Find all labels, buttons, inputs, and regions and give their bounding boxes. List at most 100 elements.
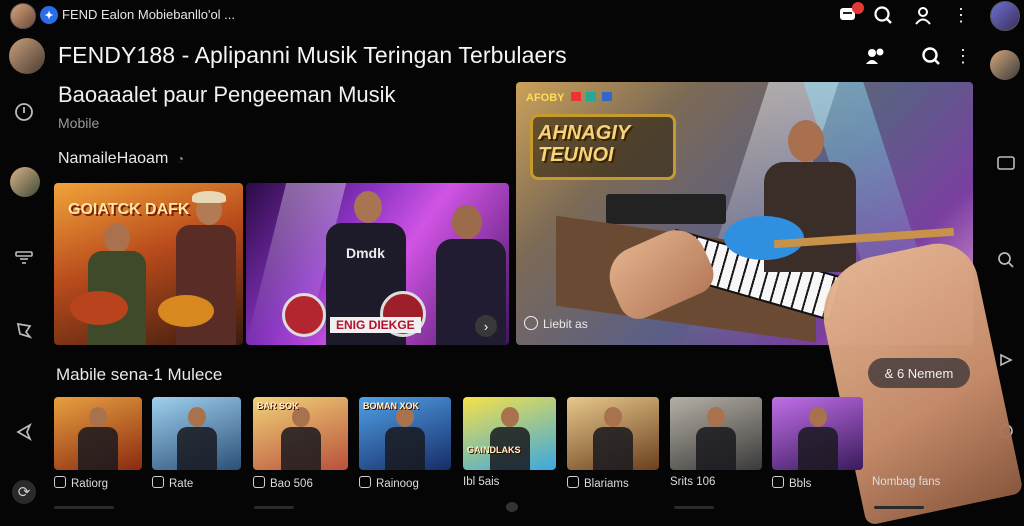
guitarist-1-head (104, 223, 130, 253)
thumbnail-caption[interactable]: Bao 506 (253, 476, 313, 490)
video-thumbnail[interactable] (567, 397, 659, 470)
share-icon[interactable] (12, 420, 36, 444)
caption-icon (253, 476, 265, 488)
caption-text: Rainoog (376, 478, 419, 490)
main-logo-text: AHNAGIY TEUNOI (538, 122, 630, 166)
featured-section-title: NamaileHaoam ◔ (58, 150, 184, 168)
profile-icon[interactable] (912, 4, 934, 26)
video-thumbnail[interactable]: GAINDLAKS (463, 397, 556, 470)
guitar-2 (158, 295, 214, 327)
peek-bar-1 (54, 506, 114, 509)
header-search-icon[interactable] (919, 44, 943, 68)
synth-top (606, 194, 726, 224)
caption-text: Rate (169, 478, 194, 490)
notification-dot (852, 2, 864, 14)
channel-avatar[interactable] (9, 38, 45, 74)
thumbnail-figure-body (696, 427, 736, 470)
group-icon[interactable] (864, 44, 888, 68)
play-small-icon (524, 316, 538, 330)
video-thumbnail[interactable] (152, 397, 241, 470)
thumbnail-caption[interactable]: Rate (152, 476, 193, 490)
next-arrow-icon[interactable]: › (475, 315, 497, 337)
video-thumbnail[interactable] (54, 397, 142, 470)
shorts-icon[interactable] (12, 318, 36, 342)
right-search-icon[interactable] (994, 248, 1018, 272)
page-subtitle: Baoaaalet paur Pengeeman Musik (58, 82, 396, 107)
subscription-avatar[interactable] (10, 167, 40, 197)
peek-bar-4 (874, 506, 924, 509)
thumbnail-figure-head (89, 407, 107, 427)
thumbnail-figure-body (593, 427, 633, 470)
thumbnail-caption[interactable]: Bbls (772, 476, 811, 490)
singer-shirt-text: Dmdk (346, 245, 385, 261)
caption-icon (152, 476, 164, 488)
thumbnail-caption[interactable]: Blariams (567, 476, 629, 490)
caption-text: Blariams (584, 478, 629, 490)
status-avatar (10, 3, 36, 29)
page-title: FENDY188 - Aplipanni Musik Teringan Terb… (58, 42, 567, 68)
drum-1 (282, 293, 326, 337)
thumbnail-figure-body (176, 427, 217, 470)
thumbnail-figure-head (604, 407, 622, 427)
caption-text: Ratiorg (71, 478, 109, 490)
guitarist-2-body (176, 225, 236, 345)
singer-head (354, 191, 382, 223)
thumbnail-caption[interactable]: Nombag fans (872, 476, 940, 488)
thumbnail-figure-body (797, 427, 838, 470)
thumbnail-caption[interactable]: Rainoog (359, 476, 419, 490)
thumbnail-figure-body (78, 427, 118, 470)
platform-label: Mobile (58, 115, 100, 131)
overflow-menu-icon[interactable]: ⋮ (950, 4, 972, 26)
video-thumbnail[interactable] (872, 397, 962, 470)
thumbnail-caption[interactable]: Ibl 5ais (463, 476, 499, 488)
caption-text: Ibl 5ais (463, 476, 500, 488)
main-caption: Liebit as (524, 316, 588, 331)
main-tag: AFOBY (526, 92, 612, 104)
thumbnail-figure-head (500, 407, 519, 427)
header-menu-icon[interactable]: ⋮ (952, 44, 974, 68)
thumbnail-caption[interactable]: Ratiorg (54, 476, 108, 490)
status-app-label: FEND Ealon Mobiebanllo'ol ... (62, 7, 236, 22)
guitar-1 (70, 291, 128, 325)
thumbnail-figure-body (280, 427, 321, 470)
tag-chip-red (571, 92, 582, 101)
info-icon: ◔ (176, 152, 184, 166)
featured-card-1[interactable]: GOIATCK DAFK (54, 183, 243, 345)
left-rail: ⟳ (0, 30, 50, 512)
thumbnail-poster-text: GAINDLAKS (467, 445, 521, 455)
video-thumbnail[interactable] (772, 397, 863, 470)
library-icon[interactable] (12, 246, 36, 270)
thumbnail-figure-head (707, 407, 725, 427)
members-button[interactable]: & 6 Nemem (868, 358, 970, 388)
featured-card-2[interactable]: Dmdk ENIG DIEKGE › (246, 183, 509, 345)
caption-text: Srits 106 (670, 476, 716, 488)
collapse-icon[interactable] (994, 348, 1018, 372)
account-avatar[interactable] (990, 1, 1020, 31)
caption-text: Nombag fans (872, 476, 941, 488)
featured-section-label: NamaileHaoam (58, 150, 169, 167)
thumbnail-poster-text: BOMAN XOK (363, 401, 419, 411)
video-thumbnail[interactable]: BAR SOK (253, 397, 348, 470)
video-thumbnail[interactable]: BOMAN XOK (359, 397, 451, 470)
cast-icon[interactable] (994, 152, 1018, 176)
main-caption-text: Liebit as (543, 317, 588, 331)
tag-chip-blue (601, 92, 612, 101)
right-avatar[interactable] (990, 50, 1020, 80)
card2-banner: ENIG DIEKGE (330, 317, 421, 333)
peek-bar-3 (674, 506, 714, 509)
app-badge-icon: ✦ (40, 6, 58, 24)
clock-icon[interactable] (12, 100, 36, 124)
tag-chip-green (586, 92, 597, 101)
caption-icon (54, 476, 66, 488)
caption-icon (567, 476, 579, 488)
main-tag-text: AFOBY (526, 92, 565, 104)
guitarist-3-head (452, 205, 482, 239)
refresh-icon[interactable]: ⟳ (12, 480, 36, 504)
video-thumbnail[interactable] (670, 397, 762, 470)
thumbnail-caption[interactable]: Srits 106 (670, 476, 715, 488)
caption-icon (772, 476, 784, 488)
thumbnail-figure-body (385, 427, 425, 470)
thumbnail-poster-text: BAR SOK (257, 401, 299, 411)
musician-head (788, 120, 824, 162)
search-check-icon[interactable] (872, 4, 894, 26)
